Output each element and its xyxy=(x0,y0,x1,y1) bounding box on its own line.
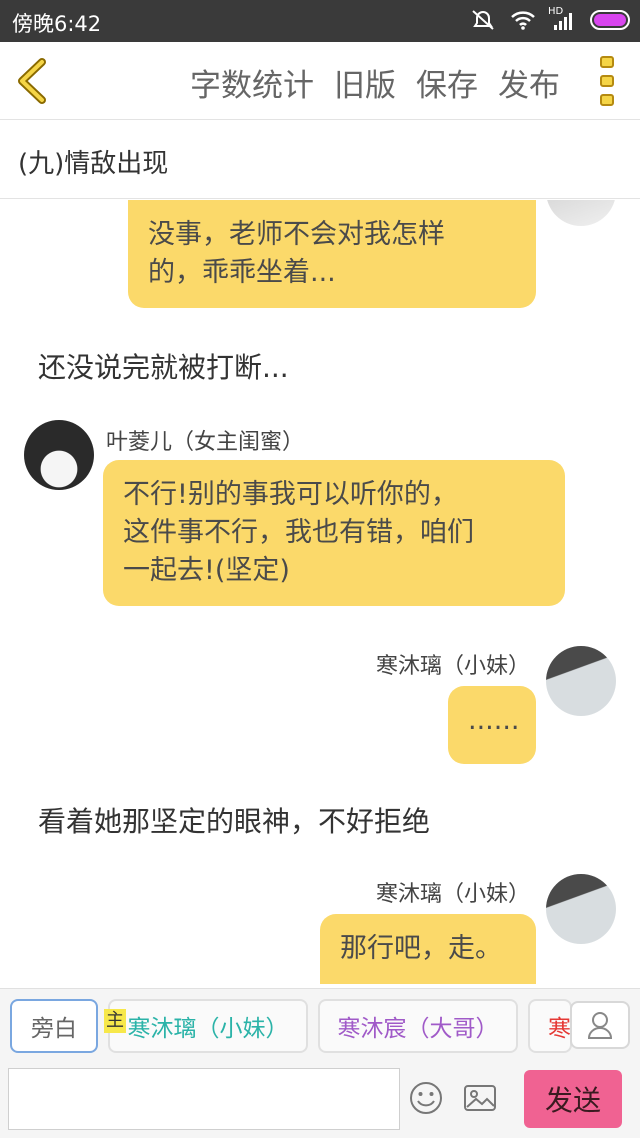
wifi-icon xyxy=(511,11,535,30)
speaker-name: 寒沐璃（小妹） xyxy=(375,882,530,907)
narrator-chip[interactable]: 旁白 xyxy=(10,999,98,1053)
person-icon[interactable] xyxy=(570,1001,630,1049)
character-selector: 旁白 寒沐璃（小妹） 主 寒沐宸（大哥） 寒 xyxy=(0,988,640,1066)
speaker-name: 寒沐璃（小妹） xyxy=(375,654,530,679)
narration-text: 看着她那坚定的眼神，不好拒绝 xyxy=(38,805,431,838)
old-version-button[interactable]: 旧版 xyxy=(334,60,396,105)
mute-icon xyxy=(472,10,494,30)
battery-icon xyxy=(590,10,630,30)
save-button[interactable]: 保存 xyxy=(416,60,478,105)
chapter-title: (九)情敌出现 xyxy=(18,149,169,179)
signal-icon: HD xyxy=(548,7,576,31)
image-icon[interactable] xyxy=(462,1080,498,1116)
avatar[interactable] xyxy=(546,646,616,716)
emoji-icon[interactable] xyxy=(408,1080,444,1116)
status-time: 傍晚6:42 xyxy=(12,12,102,36)
message-bubble[interactable]: 不行!别的事我可以听你的， 这件事不行，我也有错，咱们 一起去!(坚定) xyxy=(103,460,565,606)
publish-button[interactable]: 发布 xyxy=(498,60,560,105)
status-bar: 傍晚6:42 HD xyxy=(0,0,640,42)
editor-toolbar: 字数统计 旧版 保存 发布 xyxy=(0,42,640,120)
character-chip[interactable]: 寒沐宸（大哥） xyxy=(318,999,518,1053)
chapter-header[interactable]: (九)情敌出现 xyxy=(0,121,640,199)
avatar[interactable] xyxy=(24,420,94,490)
avatar[interactable] xyxy=(546,200,616,226)
toolbar-actions: 字数统计 旧版 保存 发布 xyxy=(190,60,560,105)
message-input[interactable] xyxy=(8,1068,400,1130)
message-bubble[interactable]: ...... xyxy=(448,686,536,764)
message-bubble[interactable]: 没事，老师不会对我怎样 的，乖乖坐着... xyxy=(128,200,536,308)
message-bubble[interactable]: 那行吧，走。 xyxy=(320,914,536,984)
status-icons: HD xyxy=(470,7,630,32)
main-character-tag: 主 xyxy=(104,1009,126,1033)
narration-text: 还没说完就被打断... xyxy=(38,351,289,384)
speaker-name: 叶菱儿（女主闺蜜） xyxy=(106,430,305,455)
send-button[interactable]: 发送 xyxy=(524,1070,622,1128)
avatar[interactable] xyxy=(546,874,616,944)
more-menu-icon[interactable] xyxy=(600,56,616,106)
word-count-button[interactable]: 字数统计 xyxy=(190,60,314,105)
character-chip[interactable]: 寒沐璃（小妹） xyxy=(108,999,308,1053)
chat-area[interactable]: 没事，老师不会对我怎样 的，乖乖坐着... 还没说完就被打断... 叶菱儿（女主… xyxy=(0,200,640,988)
character-chip[interactable]: 寒 xyxy=(528,999,572,1053)
input-bar: 发送 xyxy=(0,1066,640,1138)
chevron-left-icon[interactable] xyxy=(12,56,56,106)
